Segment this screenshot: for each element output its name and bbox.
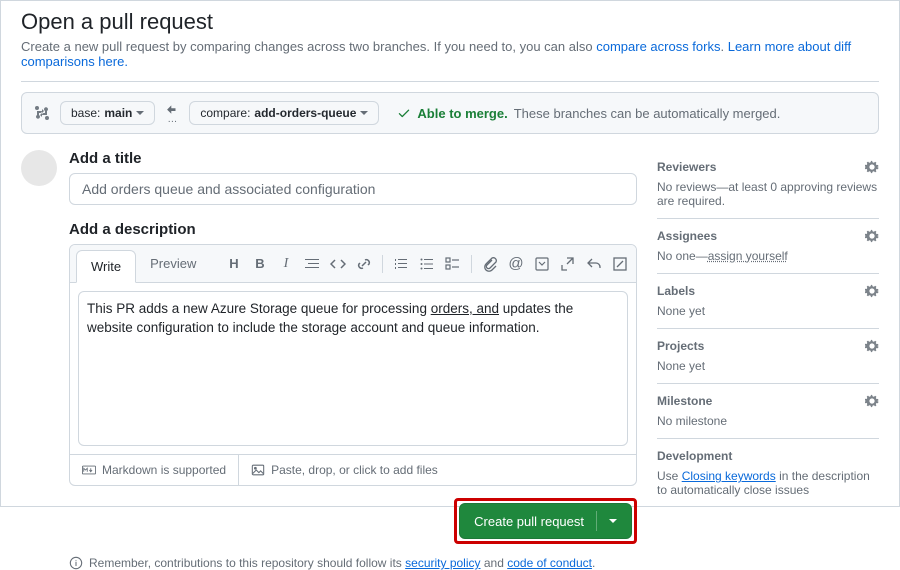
tab-write[interactable]: Write — [76, 250, 136, 283]
saved-reply-icon[interactable] — [534, 256, 550, 272]
reviewers-body: No reviews—at least 0 approving reviews … — [657, 180, 879, 208]
caret-down-icon — [360, 111, 368, 115]
bold-icon[interactable]: B — [252, 256, 268, 272]
gear-icon[interactable] — [865, 284, 879, 298]
reply-icon[interactable] — [586, 256, 602, 272]
description-editor: Write Preview H B I — [69, 244, 637, 486]
merge-status: Able to merge. These branches can be aut… — [397, 106, 780, 121]
pr-title-input[interactable] — [69, 173, 637, 205]
heading-icon[interactable]: H — [226, 256, 242, 272]
compare-branch-selector[interactable]: compare: add-orders-queue — [189, 101, 379, 125]
page-subtitle: Create a new pull request by comparing c… — [21, 39, 879, 69]
ordered-list-icon[interactable] — [393, 256, 409, 272]
compare-icon — [34, 105, 50, 121]
info-icon — [69, 556, 83, 570]
milestone-title: Milestone — [657, 394, 712, 408]
fullscreen-icon[interactable] — [612, 256, 628, 272]
security-policy-link[interactable]: security policy — [405, 556, 480, 570]
assignees-body: No one—assign yourself — [657, 249, 879, 263]
base-branch-selector[interactable]: base: main — [60, 101, 155, 125]
contribution-note: Remember, contributions to this reposito… — [69, 556, 637, 570]
closing-keywords-link[interactable]: Closing keywords — [682, 469, 776, 483]
create-pull-request-button[interactable]: Create pull request — [459, 503, 632, 539]
link-icon[interactable] — [356, 256, 372, 272]
gear-icon[interactable] — [865, 229, 879, 243]
caret-down-icon — [136, 111, 144, 115]
markdown-supported-note[interactable]: Markdown is supported — [70, 455, 239, 485]
cross-reference-icon[interactable] — [560, 256, 576, 272]
branch-compare-bar: base: main … compare: add-orders-queue A… — [21, 92, 879, 134]
attach-files-note[interactable]: Paste, drop, or click to add files — [239, 455, 450, 485]
gear-icon[interactable] — [865, 339, 879, 353]
milestone-body: No milestone — [657, 414, 879, 428]
development-title: Development — [657, 449, 732, 463]
description-label: Add a description — [69, 221, 637, 238]
avatar — [21, 150, 57, 186]
gear-icon[interactable] — [865, 160, 879, 174]
development-body: Use Closing keywords in the description … — [657, 469, 879, 497]
italic-icon[interactable]: I — [278, 256, 294, 272]
markdown-icon — [82, 463, 96, 477]
page-title: Open a pull request — [21, 9, 879, 35]
quote-icon[interactable] — [304, 256, 320, 272]
task-list-icon[interactable] — [445, 256, 461, 272]
highlight-box: Create pull request — [454, 498, 637, 544]
compare-forks-link[interactable]: compare across forks — [596, 39, 720, 54]
code-of-conduct-link[interactable]: code of conduct — [507, 556, 592, 570]
description-textarea[interactable]: This PR adds a new Azure Storage queue f… — [78, 291, 628, 446]
assignees-title: Assignees — [657, 229, 717, 243]
mention-icon[interactable]: @ — [508, 256, 524, 272]
projects-body: None yet — [657, 359, 879, 373]
tab-preview[interactable]: Preview — [136, 248, 210, 279]
reviewers-title: Reviewers — [657, 160, 716, 174]
unordered-list-icon[interactable] — [419, 256, 435, 272]
projects-title: Projects — [657, 339, 704, 353]
gear-icon[interactable] — [865, 394, 879, 408]
image-icon — [251, 463, 265, 477]
check-icon — [397, 106, 411, 120]
labels-body: None yet — [657, 304, 879, 318]
caret-down-icon — [609, 519, 617, 523]
labels-title: Labels — [657, 284, 695, 298]
arrow-left-icon: … — [165, 104, 179, 122]
title-label: Add a title — [69, 150, 637, 167]
assign-yourself-link[interactable]: assign yourself — [708, 249, 788, 263]
attach-icon[interactable] — [482, 256, 498, 272]
code-icon[interactable] — [330, 256, 346, 272]
